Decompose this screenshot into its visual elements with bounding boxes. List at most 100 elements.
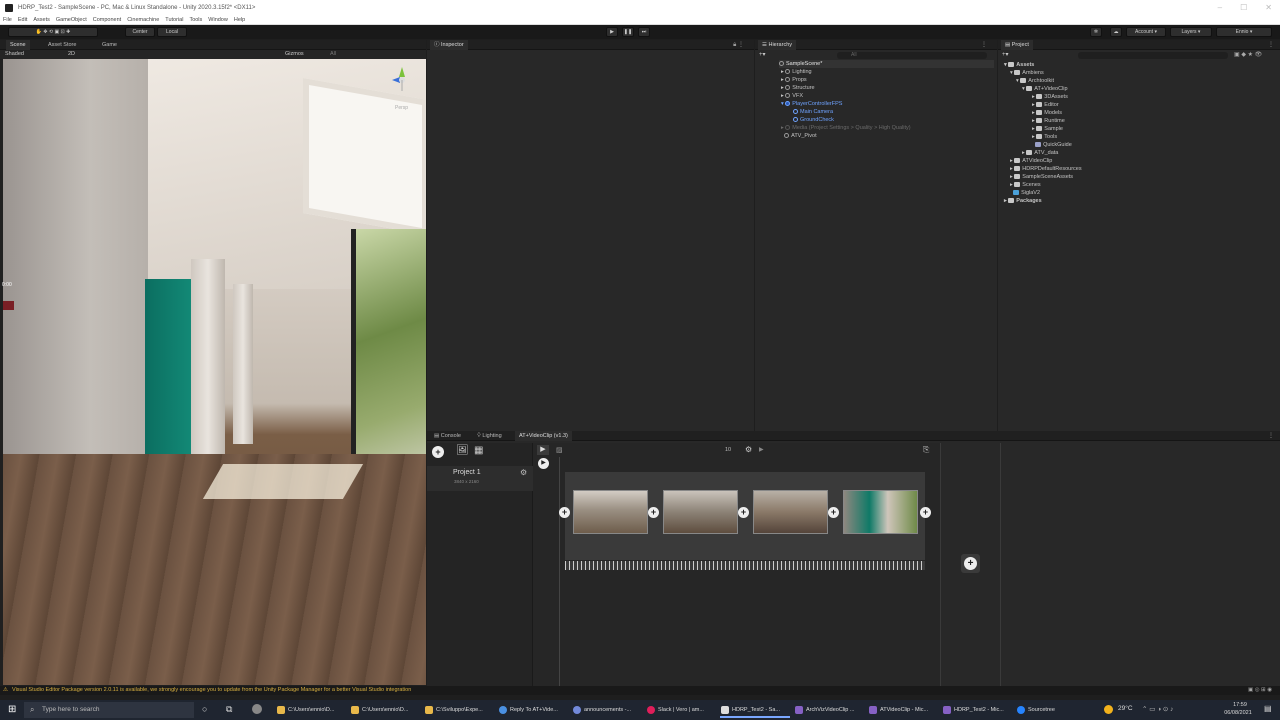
gizmos-dropdown[interactable]: Gizmos [285, 51, 304, 57]
taskbar-app[interactable]: C:\Users\ennio\D... [276, 702, 346, 718]
project-item[interactable]: Project 1 3840 x 2160 ⚙ [427, 466, 533, 491]
hierarchy-item-props[interactable]: ▸ Props [781, 76, 807, 84]
menu-gameobject[interactable]: GameObject [56, 17, 87, 23]
2d-toggle[interactable]: 2D [68, 51, 75, 57]
insert-clip-button[interactable]: + [828, 507, 839, 518]
project-item-scenes[interactable]: ▸ Scenes [1010, 181, 1041, 189]
project-item-assets[interactable]: ▾ Assets [1004, 61, 1034, 69]
project-item-hdrp-default[interactable]: ▸ HDRPDefaultResources [1010, 165, 1082, 173]
grid-icon[interactable]: ▦ [474, 445, 483, 456]
task-view-icon[interactable]: ⧉ [226, 704, 232, 715]
menu-assets[interactable]: Assets [33, 17, 50, 23]
hierarchy-item-player-controller[interactable]: ▾ PlayerControllerFPS [781, 100, 842, 108]
hierarchy-menu-icon[interactable]: ⋮ [981, 41, 987, 48]
project-item-atvideoclip[interactable]: ▸ ATVideoClip [1010, 157, 1052, 165]
menu-component[interactable]: Component [93, 17, 121, 23]
taskbar-app[interactable]: Reply To AT+Vide... [498, 702, 568, 718]
taskbar-app[interactable]: announcements -... [572, 702, 642, 718]
hierarchy-item-media[interactable]: ▸ Media (Project Settings > Quality > Hi… [781, 124, 911, 132]
project-item-quickguide[interactable]: QuickGuide [1032, 141, 1072, 149]
hierarchy-item-structure[interactable]: ▸ Structure [781, 84, 815, 92]
project-item-tools[interactable]: ▸ Tools [1032, 133, 1057, 141]
fps-field[interactable]: 10 [725, 447, 731, 453]
taskbar-search[interactable]: ⌕ Type here to search [24, 702, 194, 718]
play-button[interactable]: ▶ [606, 27, 618, 37]
project-item-3dassets[interactable]: ▸ 3DAssets [1032, 93, 1068, 101]
transform-tools[interactable]: ✋ ✥ ⟲ ▣ ⊡ ✚ [8, 27, 98, 37]
clip-settings-icon[interactable]: ▨ [556, 446, 563, 454]
menu-help[interactable]: Help [234, 17, 245, 23]
tab-inspector[interactable]: ⓘ Inspector [430, 40, 468, 50]
pivot-center-button[interactable]: Center [125, 27, 155, 37]
status-bar[interactable]: ⚠ Visual Studio Editor Package version 2… [0, 686, 1280, 695]
project-item-siglav2[interactable]: SiglaV2 [1010, 189, 1040, 197]
clip-thumbnail[interactable] [573, 490, 648, 534]
record-play-icon[interactable]: ▶ [538, 458, 549, 469]
tab-game[interactable]: Game [98, 40, 121, 50]
clip-thumbnail[interactable] [663, 490, 738, 534]
tab-console[interactable]: ▤ Console [430, 431, 465, 441]
record-indicator[interactable] [3, 301, 14, 310]
taskbar-app[interactable]: HDRP_Test2 - Sa... [720, 702, 790, 718]
shading-mode-dropdown[interactable]: Shaded [5, 51, 24, 57]
image-icon[interactable]: 🖼︎ [456, 445, 469, 456]
taskbar-app[interactable]: C:\Users\ennio\D... [350, 702, 420, 718]
project-item-at-videoclip[interactable]: ▾ AT+VideoClip [1022, 85, 1068, 93]
project-filter-icons[interactable]: ▣ ◆ ★ 👁︎ [1234, 51, 1262, 58]
tab-scene[interactable]: Scene [6, 40, 30, 50]
status-icons[interactable]: ▣ ◎ ⊞ ◉ [1248, 686, 1272, 695]
notification-icon[interactable]: ▤ [1264, 704, 1272, 713]
project-item-sample[interactable]: ▸ Sample [1032, 125, 1063, 133]
project-add-button[interactable]: +▾ [1002, 51, 1009, 58]
project-item-ambiens[interactable]: ▾ Ambiens [1010, 69, 1044, 77]
project-item-archtoolkit[interactable]: ▾ Archtoolkit [1016, 77, 1054, 85]
hierarchy-add-button[interactable]: +▾ [759, 51, 766, 58]
scene-search-input[interactable]: All [330, 51, 336, 57]
insert-clip-button[interactable]: + [738, 507, 749, 518]
weather-sun-icon[interactable] [1104, 705, 1113, 714]
menu-tools[interactable]: Tools [189, 17, 202, 23]
project-item-packages[interactable]: ▸ Packages [1004, 197, 1042, 205]
pivot-local-button[interactable]: Local [157, 27, 187, 37]
menu-window[interactable]: Window [208, 17, 228, 23]
menu-cinemachine[interactable]: Cinemachine [127, 17, 159, 23]
taskbar-app[interactable]: C:\Sviluppo\Expe... [424, 702, 494, 718]
step-button[interactable]: ⏭ [638, 27, 650, 37]
hierarchy-item-ground-check[interactable]: GroundCheck [793, 116, 834, 124]
project-item-sample-scene-assets[interactable]: ▸ SampleSceneAssets [1010, 173, 1073, 181]
orientation-gizmo[interactable] [388, 65, 416, 93]
hierarchy-item-atv-pivot[interactable]: ATV_Pivot [781, 132, 817, 140]
add-clip-button[interactable]: + [964, 557, 977, 570]
menu-tutorial[interactable]: Tutorial [165, 17, 183, 23]
windows-start-icon[interactable]: ⊞ [8, 704, 16, 715]
project-search-input[interactable] [1078, 52, 1228, 59]
insert-clip-button[interactable]: + [559, 507, 570, 518]
bottom-menu-icon[interactable]: ⋮ [1268, 432, 1274, 439]
taskbar-app[interactable]: HDRP_Test2 - Mic... [942, 702, 1012, 718]
render-settings-gear-icon[interactable]: ⚙ [745, 445, 752, 454]
account-dropdown[interactable]: Account ▾ [1126, 27, 1166, 37]
cloud-icon[interactable]: ☁ [1110, 27, 1122, 37]
persp-label[interactable]: Persp [395, 105, 408, 111]
pause-button[interactable]: ❚❚ [622, 27, 634, 37]
tray-icons[interactable]: ⌃ ▭ ◑ ⊙ ♪ [1142, 705, 1173, 713]
add-project-button[interactable]: + [432, 446, 444, 458]
tab-lighting[interactable]: 💡︎ Lighting [473, 431, 506, 441]
timeline-ruler[interactable] [565, 561, 925, 570]
insert-clip-button[interactable]: + [648, 507, 659, 518]
tab-hierarchy[interactable]: ☰ Hierarchy [758, 40, 797, 50]
export-icon[interactable]: ⎘ [923, 445, 929, 455]
taskbar-app[interactable]: Sourcetree [1016, 702, 1076, 718]
maximize-icon[interactable]: ☐ [1240, 0, 1247, 16]
cortana-icon[interactable]: ○ [202, 704, 207, 714]
project-settings-gear-icon[interactable]: ⚙ [520, 468, 527, 477]
clip-thumbnail[interactable] [843, 490, 918, 534]
minimize-icon[interactable]: – [1218, 0, 1222, 16]
close-icon[interactable]: ✕ [1265, 0, 1272, 16]
user-dropdown[interactable]: Ennio ▾ [1216, 27, 1272, 37]
scene-viewport[interactable]: Persp [3, 59, 426, 685]
collab-icon[interactable]: ✲ [1090, 27, 1102, 37]
project-menu-icon[interactable]: ⋮ [1268, 41, 1274, 48]
hierarchy-item-vfx[interactable]: ▸ VFX [781, 92, 803, 100]
tab-project[interactable]: ▤ Project [1001, 40, 1033, 50]
